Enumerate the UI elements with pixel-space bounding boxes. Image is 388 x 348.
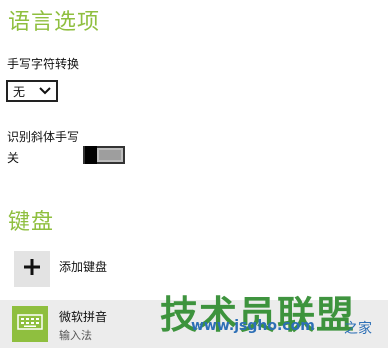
keyboard-item-name: 微软拼音 [59, 310, 108, 324]
watermark-suffix: 之家 [344, 321, 372, 337]
cursive-recognition-toggle[interactable] [83, 146, 125, 164]
keyboard-item-subtitle: 输入法 [59, 329, 92, 342]
language-options-title: 语言选项 [8, 10, 101, 35]
toggle-thumb [85, 146, 97, 164]
watermark-url: www.jsgho.com [191, 318, 315, 334]
keyboard-title: 键盘 [8, 210, 55, 235]
toggle-track [99, 150, 121, 160]
cursive-recognition-state: 关 [7, 151, 20, 165]
chevron-down-icon [39, 87, 51, 95]
dropdown-value: 无 [13, 84, 26, 99]
cursive-recognition-label: 识别斜体手写 [7, 130, 80, 144]
keyboard-item-icon-tile [12, 306, 48, 342]
add-keyboard-label[interactable]: 添加键盘 [59, 258, 107, 275]
handwriting-conversion-label: 手写字符转换 [7, 57, 80, 71]
plus-icon [23, 258, 41, 280]
handwriting-conversion-dropdown[interactable]: 无 [6, 80, 58, 102]
keyboard-icon [17, 314, 43, 334]
add-keyboard-button[interactable] [14, 251, 50, 287]
